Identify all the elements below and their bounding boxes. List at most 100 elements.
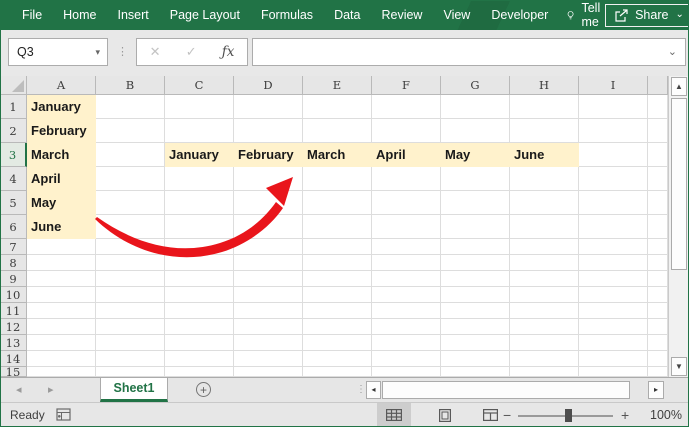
cell-I13[interactable] [579,335,648,351]
cell-C13[interactable] [165,335,234,351]
column-header-i[interactable]: I [579,76,648,95]
cell-I14[interactable] [579,351,648,367]
cell-H14[interactable] [510,351,579,367]
cell-I7[interactable] [579,239,648,255]
tell-me-control[interactable]: Tell me [567,1,605,29]
cell-E3[interactable]: March [303,143,372,167]
row-header-9[interactable]: 9 [0,271,27,287]
cell-D8[interactable] [234,255,303,271]
column-header-partial[interactable] [648,76,668,95]
cell-A2[interactable]: February [27,119,96,143]
cell-B1[interactable] [96,95,165,119]
cell-I2[interactable] [579,119,648,143]
zoom-in-button[interactable]: + [621,403,629,427]
cell-G9[interactable] [441,271,510,287]
cell-D11[interactable] [234,303,303,319]
cell-C2[interactable] [165,119,234,143]
cell-F2[interactable] [372,119,441,143]
tabbar-resize-handle[interactable]: ⋮ [356,378,366,402]
cell-B11[interactable] [96,303,165,319]
cell-A12[interactable] [27,319,96,335]
cell-I1[interactable] [579,95,648,119]
zoom-level-label[interactable]: 100% [650,403,682,427]
cell-partial-7[interactable] [648,239,668,255]
cell-partial-8[interactable] [648,255,668,271]
cell-F4[interactable] [372,167,441,191]
cell-E1[interactable] [303,95,372,119]
cell-B15[interactable] [96,367,165,377]
cell-B6[interactable] [96,215,165,239]
cell-D9[interactable] [234,271,303,287]
row-header-14[interactable]: 14 [0,351,27,367]
cell-partial-2[interactable] [648,119,668,143]
vertical-scrollbar-thumb[interactable] [671,98,687,270]
sheet-tab-sheet1[interactable]: Sheet1 [100,378,168,402]
cell-E10[interactable] [303,287,372,303]
horizontal-scrollbar-thumb[interactable] [382,381,630,399]
cell-D12[interactable] [234,319,303,335]
cell-partial-9[interactable] [648,271,668,287]
cell-D4[interactable] [234,167,303,191]
cell-H6[interactable] [510,215,579,239]
cell-partial-14[interactable] [648,351,668,367]
vertical-scrollbar[interactable]: ▲ ▼ [668,76,689,377]
cell-H10[interactable] [510,287,579,303]
cell-I12[interactable] [579,319,648,335]
cell-B3[interactable] [96,143,165,167]
row-header-6[interactable]: 6 [0,215,27,239]
share-button[interactable]: Share ⌄ [605,4,689,27]
column-header-g[interactable]: G [441,76,510,95]
sheet-nav-next-icon[interactable]: ▸ [48,378,54,402]
cell-A11[interactable] [27,303,96,319]
cell-G14[interactable] [441,351,510,367]
cell-I9[interactable] [579,271,648,287]
cell-G10[interactable] [441,287,510,303]
cell-A15[interactable] [27,367,96,377]
cell-H5[interactable] [510,191,579,215]
cell-E7[interactable] [303,239,372,255]
cell-G8[interactable] [441,255,510,271]
cell-E5[interactable] [303,191,372,215]
cell-I4[interactable] [579,167,648,191]
cell-E4[interactable] [303,167,372,191]
cell-partial-15[interactable] [648,367,668,377]
cell-B2[interactable] [96,119,165,143]
cell-A13[interactable] [27,335,96,351]
cell-H15[interactable] [510,367,579,377]
ribbon-tab-developer[interactable]: Developer [491,8,548,22]
cell-E6[interactable] [303,215,372,239]
column-header-b[interactable]: B [96,76,165,95]
cell-B13[interactable] [96,335,165,351]
row-header-8[interactable]: 8 [0,255,27,271]
page-break-preview-button[interactable] [473,403,507,427]
cell-I15[interactable] [579,367,648,377]
cell-G5[interactable] [441,191,510,215]
cell-F14[interactable] [372,351,441,367]
scroll-up-icon[interactable]: ▲ [671,77,687,96]
cell-G13[interactable] [441,335,510,351]
cell-partial-6[interactable] [648,215,668,239]
page-layout-view-button[interactable] [428,403,462,427]
cell-A7[interactable] [27,239,96,255]
cell-B10[interactable] [96,287,165,303]
cell-D10[interactable] [234,287,303,303]
cell-E2[interactable] [303,119,372,143]
cell-B7[interactable] [96,239,165,255]
formula-input[interactable]: ⌄ [252,38,686,66]
cell-A8[interactable] [27,255,96,271]
cell-A3[interactable]: March [27,143,96,167]
cell-G4[interactable] [441,167,510,191]
cell-C10[interactable] [165,287,234,303]
cell-I11[interactable] [579,303,648,319]
ribbon-tab-page-layout[interactable]: Page Layout [170,8,240,22]
cell-E15[interactable] [303,367,372,377]
cell-I6[interactable] [579,215,648,239]
cell-D2[interactable] [234,119,303,143]
name-box-dropdown-icon[interactable]: ▾ [95,39,100,65]
cell-C7[interactable] [165,239,234,255]
cell-E12[interactable] [303,319,372,335]
row-header-12[interactable]: 12 [0,319,27,335]
cell-H12[interactable] [510,319,579,335]
cell-C15[interactable] [165,367,234,377]
cell-H3[interactable]: June [510,143,579,167]
